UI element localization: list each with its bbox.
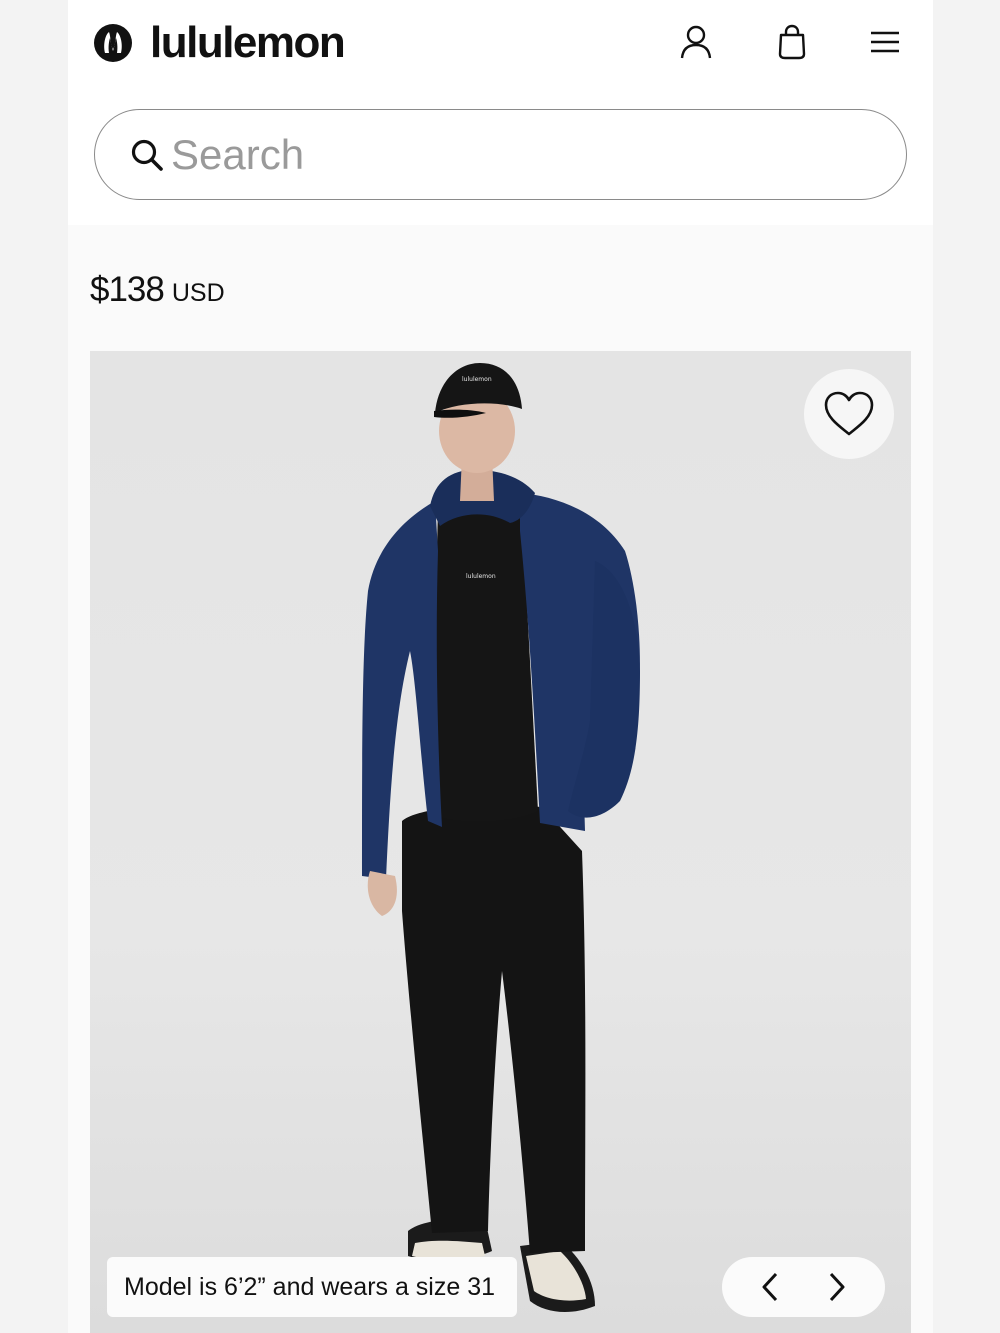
shopping-bag-icon [778, 24, 806, 60]
image-caption: Model is 6’2” and wears a size 31 [107, 1257, 517, 1317]
next-image-button[interactable] [817, 1267, 857, 1307]
svg-text:lululemon: lululemon [462, 376, 492, 383]
chevron-right-icon [830, 1272, 845, 1302]
page: lululemon Search $138 USD lululemon lulu… [68, 0, 933, 1333]
wishlist-button[interactable] [804, 369, 894, 459]
search-icon [131, 139, 163, 171]
svg-text:lululemon: lululemon [466, 573, 496, 580]
account-button[interactable] [676, 22, 716, 62]
brand[interactable]: lululemon [93, 18, 346, 67]
chevron-left-icon [762, 1272, 777, 1302]
lululemon-logo-icon [94, 24, 132, 62]
menu-button[interactable] [865, 22, 905, 62]
price-currency: USD [171, 279, 225, 307]
image-carousel-nav [722, 1257, 885, 1317]
brand-name: lululemon [150, 18, 346, 67]
site-header: lululemon [68, 0, 933, 225]
account-icon [680, 25, 712, 59]
model-photo: lululemon lululemon [362, 363, 640, 1313]
search-input[interactable] [171, 130, 831, 179]
previous-image-button[interactable] [750, 1267, 790, 1307]
hamburger-menu-icon [871, 31, 899, 53]
heart-outline-icon [824, 391, 874, 436]
price-amount: $138 [90, 270, 165, 309]
product-image[interactable]: lululemon lululemon Model is 6’2” and we… [90, 351, 911, 1333]
product-price: $138 USD [90, 270, 225, 310]
search-bar[interactable] [94, 109, 907, 200]
shopping-bag-button[interactable] [772, 22, 812, 62]
